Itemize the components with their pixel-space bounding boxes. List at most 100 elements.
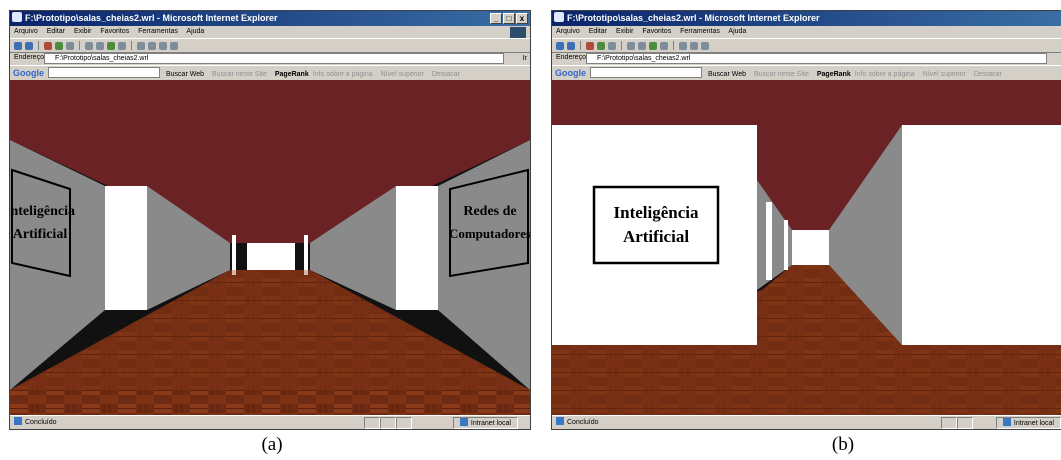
menu-ajuda[interactable]: Ajuda <box>728 28 746 35</box>
forward-icon[interactable] <box>25 41 33 50</box>
toolbar <box>552 38 1061 53</box>
title-bar[interactable]: F:\Prototipo\salas_cheias2.wrl - Microso… <box>10 11 530 26</box>
sign-text-line1: Redes de <box>463 204 516 219</box>
menu-favoritos[interactable]: Favoritos <box>642 28 671 35</box>
menu-bar: Arquivo Editar Exibir Favoritos Ferramen… <box>552 26 1061 37</box>
status-bar: Concluído Intranet local <box>552 415 1061 429</box>
home-icon[interactable] <box>66 41 74 50</box>
menu-exibir[interactable]: Exibir <box>616 28 634 35</box>
edit-icon[interactable] <box>159 41 167 50</box>
menu-arquivo[interactable]: Arquivo <box>556 28 580 35</box>
history-icon[interactable] <box>649 41 657 50</box>
maximize-button[interactable]: □ <box>503 13 515 24</box>
menu-ferramentas[interactable]: Ferramentas <box>138 28 178 35</box>
door-left <box>105 186 147 310</box>
address-bar: Endereço F:\Prototipo\salas_cheias2.wrl … <box>10 52 530 64</box>
menu-exibir[interactable]: Exibir <box>74 28 92 35</box>
caption-a: (a) <box>261 434 283 455</box>
favorites-icon[interactable] <box>96 41 104 50</box>
mail-icon[interactable] <box>679 41 687 50</box>
google-toolbar: Google Buscar Web Buscar neste Site PageRan… <box>10 65 530 81</box>
page-info-button[interactable]: Info sobre a página <box>855 71 915 78</box>
search-site-button[interactable]: Buscar neste Site <box>754 71 809 78</box>
toolbar-separator <box>673 41 674 50</box>
toolbar-separator <box>38 41 39 50</box>
status-cell <box>396 417 412 429</box>
back-icon[interactable] <box>14 41 22 50</box>
google-search-input[interactable] <box>590 67 702 78</box>
status-text: Concluído <box>25 419 57 426</box>
address-input[interactable]: F:\Prototipo\salas_cheias2.wrl <box>586 53 1047 64</box>
page-info-button[interactable]: Info sobre a página <box>313 71 373 78</box>
toolbar-separator <box>131 41 132 50</box>
menu-editar[interactable]: Editar <box>47 28 65 35</box>
vrml-viewport[interactable]: Inteligência Artificial Redes de Computa… <box>10 80 530 416</box>
search-icon[interactable] <box>85 41 93 50</box>
address-input[interactable]: F:\Prototipo\salas_cheias2.wrl <box>44 53 504 64</box>
google-search-input[interactable] <box>48 67 160 78</box>
search-icon[interactable] <box>627 41 635 50</box>
end-wall <box>247 243 295 270</box>
home-icon[interactable] <box>608 41 616 50</box>
end-wall <box>792 230 829 265</box>
menu-ferramentas[interactable]: Ferramentas <box>680 28 720 35</box>
google-logo[interactable]: Google <box>555 68 586 78</box>
mail-icon[interactable] <box>137 41 145 50</box>
window-title: F:\Prototipo\salas_cheias2.wrl - Microso… <box>567 13 820 23</box>
print-icon[interactable] <box>148 41 156 50</box>
edit-icon[interactable] <box>701 41 709 50</box>
door-left-farther <box>784 220 788 270</box>
favorites-icon[interactable] <box>638 41 646 50</box>
ie-icon <box>12 12 22 22</box>
highlight-button[interactable]: Destacar <box>974 71 1002 78</box>
title-bar[interactable]: F:\Prototipo\salas_cheias2.wrl - Microso… <box>552 11 1061 26</box>
search-site-button[interactable]: Buscar neste Site <box>212 71 267 78</box>
corridor-scene-b: Inteligência Artificial <box>552 80 1061 416</box>
zone-text: Intranet local <box>1013 420 1054 427</box>
toolbar <box>10 38 530 53</box>
toolbar-separator <box>621 41 622 50</box>
forward-icon[interactable] <box>567 41 575 50</box>
toolbar-separator <box>79 41 80 50</box>
search-web-button[interactable]: Buscar Web <box>708 71 746 78</box>
sign-text-line2: Artificial <box>13 227 68 242</box>
stop-icon[interactable] <box>586 41 594 50</box>
vrml-viewport[interactable]: Inteligência Artificial <box>552 80 1061 416</box>
highlight-button[interactable]: Destacar <box>432 71 460 78</box>
caption-b: (b) <box>831 434 855 455</box>
status-cell <box>364 417 380 429</box>
menu-bar: Arquivo Editar Exibir Favoritos Ferramen… <box>10 26 530 37</box>
print-icon[interactable] <box>690 41 698 50</box>
google-toolbar: Google Buscar Web Buscar neste Site PageRan… <box>552 65 1061 81</box>
page-icon <box>14 417 22 425</box>
back-icon[interactable] <box>556 41 564 50</box>
stop-icon[interactable] <box>44 41 52 50</box>
far-door-left <box>232 235 236 275</box>
close-button[interactable]: x <box>516 13 528 24</box>
media-icon[interactable] <box>660 41 668 50</box>
menu-favoritos[interactable]: Favoritos <box>100 28 129 35</box>
ie-icon <box>554 12 564 22</box>
refresh-icon[interactable] <box>597 41 605 50</box>
minimize-button[interactable]: _ <box>490 13 502 24</box>
refresh-icon[interactable] <box>55 41 63 50</box>
menu-arquivo[interactable]: Arquivo <box>14 28 38 35</box>
google-logo[interactable]: Google <box>13 68 44 78</box>
status-bar: Concluído Intranet local <box>10 415 530 429</box>
menu-editar[interactable]: Editar <box>589 28 607 35</box>
pagerank-button[interactable]: PageRank <box>817 71 851 78</box>
search-web-button[interactable]: Buscar Web <box>166 71 204 78</box>
up-level-button[interactable]: Nível superior <box>381 71 424 78</box>
menu-ajuda[interactable]: Ajuda <box>186 28 204 35</box>
sign-text-line2: Artificial <box>623 227 689 246</box>
zone-indicator: Intranet local <box>995 417 1061 429</box>
browser-window-a: F:\Prototipo\salas_cheias2.wrl - Microso… <box>9 10 531 430</box>
discuss-icon[interactable] <box>170 41 178 50</box>
up-level-button[interactable]: Nível superior <box>923 71 966 78</box>
history-icon[interactable] <box>107 41 115 50</box>
pagerank-button[interactable]: PageRank <box>275 71 309 78</box>
go-button[interactable]: Ir <box>523 53 527 65</box>
toolbar-separator <box>580 41 581 50</box>
media-icon[interactable] <box>118 41 126 50</box>
far-door-right <box>304 235 308 275</box>
